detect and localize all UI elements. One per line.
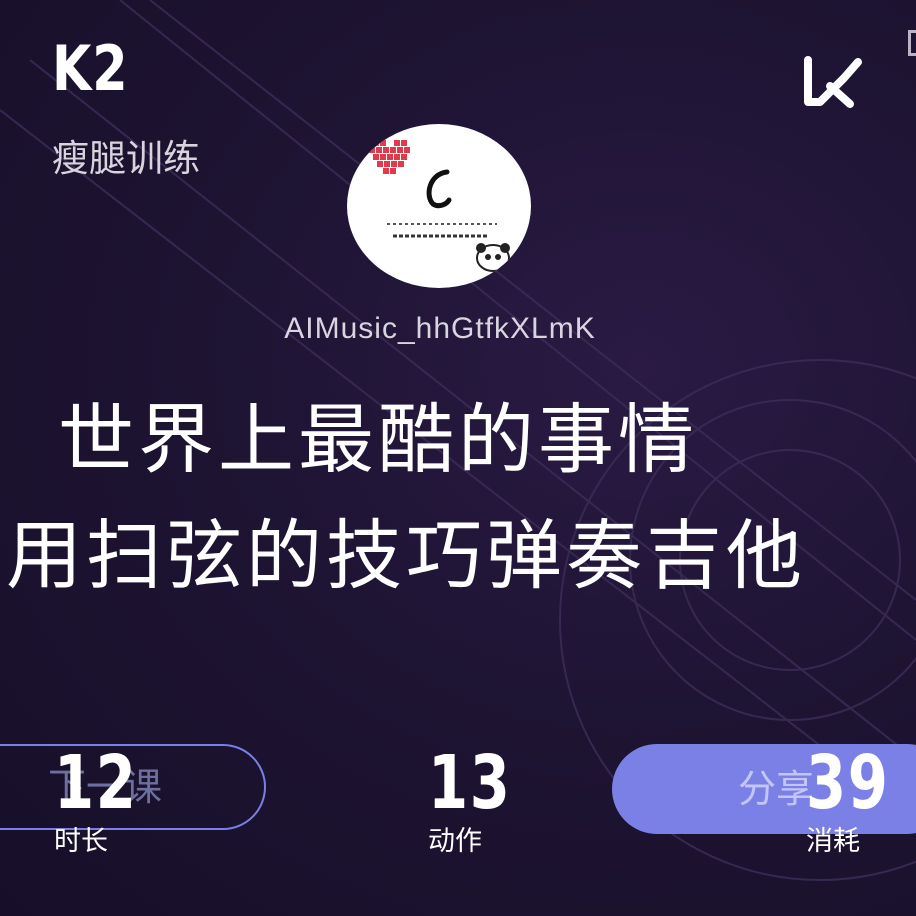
corner-icon <box>908 30 916 56</box>
stat-calories: 39 消耗 <box>806 746 913 855</box>
stat-moves-label: 动作 <box>428 826 482 857</box>
course-title: 瘦腿训练 <box>52 137 200 180</box>
lyric-line-2: 用扫弦的技巧弹奏吉他 <box>6 511 806 600</box>
stat-duration-label: 时长 <box>54 826 108 857</box>
stat-duration-value: 12 <box>54 740 138 826</box>
stat-moves: 13 动作 <box>428 746 535 855</box>
stat-moves-value: 13 <box>428 740 512 826</box>
stat-calories-label: 消耗 <box>806 826 860 857</box>
username: AIMusic_hhGtfkXLmK <box>284 312 596 345</box>
lyric-line-1: 世界上最酷的事情 <box>58 395 698 484</box>
course-level: K2 <box>52 32 129 105</box>
stat-calories-value: 39 <box>806 740 890 826</box>
stat-duration: 12 时长 <box>54 746 161 855</box>
user-avatar[interactable] <box>347 124 531 288</box>
workout-summary-screen: K2 瘦腿训练 AIMusic_hhGtfkXLmK 世界上最酷的事情 用扫弦的… <box>0 0 916 916</box>
keep-logo-icon[interactable] <box>800 52 862 112</box>
